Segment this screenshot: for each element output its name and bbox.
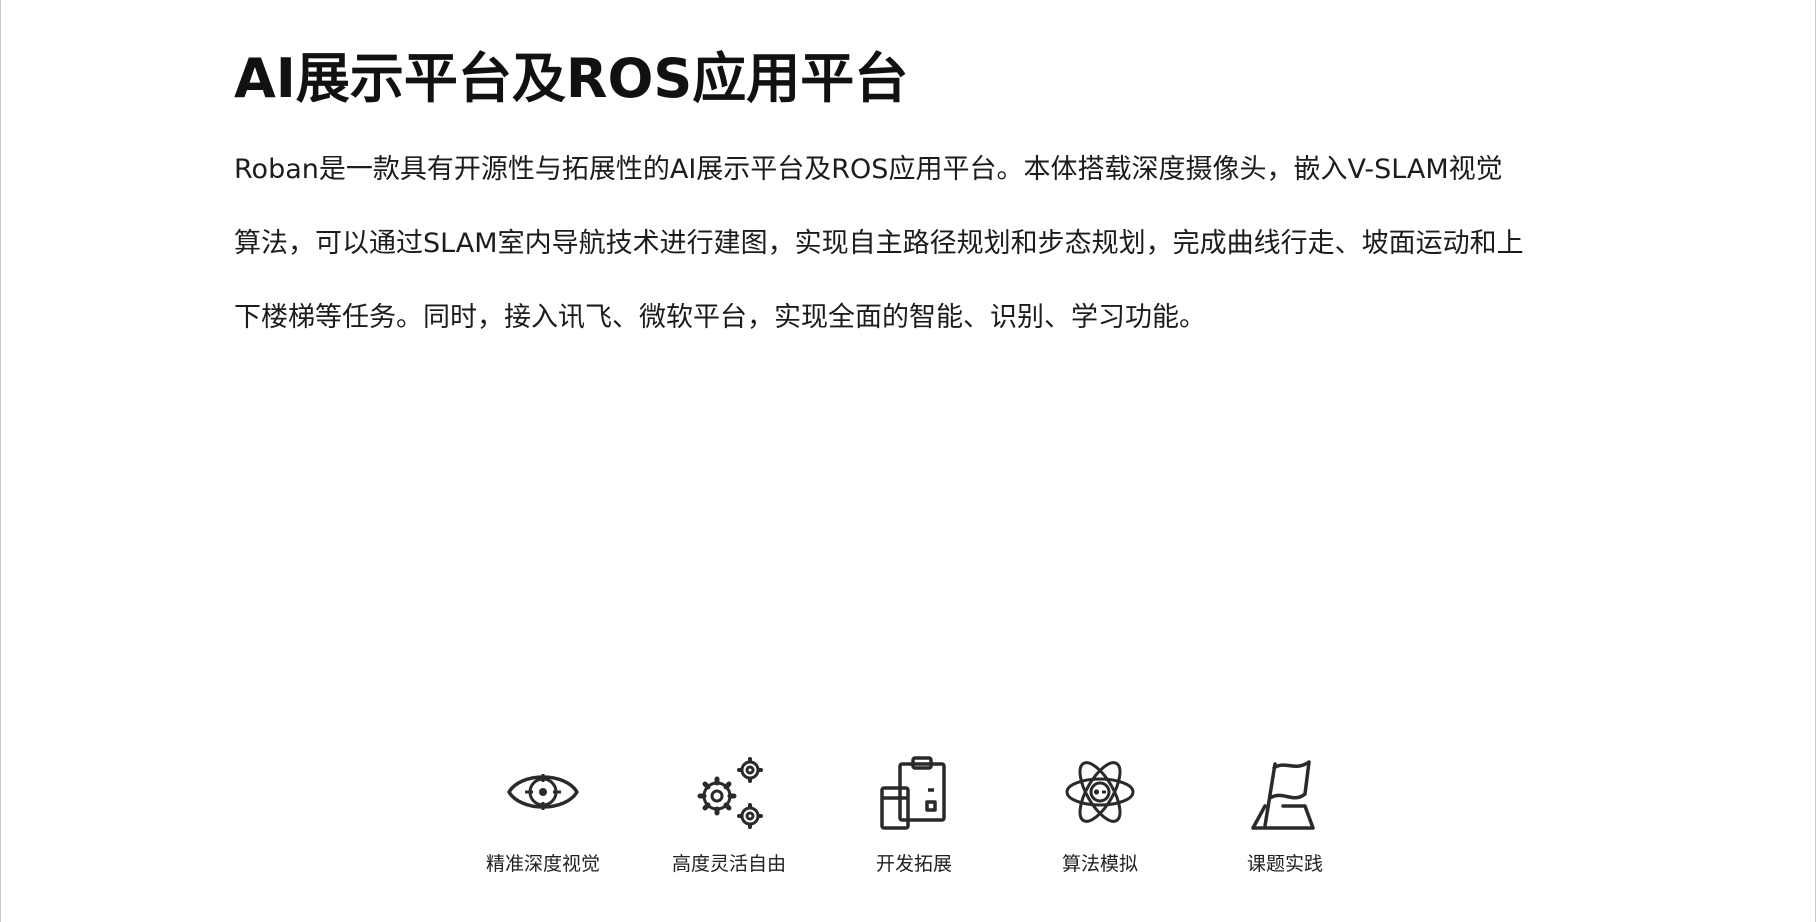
- feature-label: 开发拓展: [875, 853, 952, 875]
- feature-item-algorithm: 算法模拟: [1025, 750, 1175, 890]
- page-title: AI展示平台及ROS应用平台: [234, 47, 909, 110]
- flag-icon: [1243, 750, 1327, 834]
- feature-label: 精准深度视觉: [485, 853, 600, 875]
- eye-target-icon: [501, 750, 585, 834]
- atom-icon: [1058, 750, 1142, 834]
- feature-item-practice: 课题实践: [1210, 750, 1360, 890]
- feature-label: 算法模拟: [1061, 853, 1138, 875]
- feature-label: 高度灵活自由: [671, 853, 786, 875]
- page-left-border: [0, 0, 1, 922]
- intro-line: Roban是一款具有开源性与拓展性的AI展示平台及ROS应用平台。本体搭载深度摄…: [234, 154, 1503, 185]
- intro-line: 算法，可以通过SLAM室内导航技术进行建图，实现自主路径规划和步态规划，完成曲线…: [234, 228, 1524, 259]
- clipboard-devices-icon: [872, 750, 956, 834]
- feature-label: 课题实践: [1246, 853, 1323, 875]
- intro-paragraph: Roban是一款具有开源性与拓展性的AI展示平台及ROS应用平台。本体搭载深度摄…: [234, 133, 1634, 355]
- feature-list: 精准深度视觉 高度灵活自由 开发拓展 算法模拟 课题实践: [468, 750, 1403, 890]
- gears-icon: [687, 750, 771, 834]
- feature-item-depth-vision: 精准深度视觉: [468, 750, 618, 890]
- feature-item-flexibility: 高度灵活自由: [654, 750, 804, 890]
- intro-line: 下楼梯等任务。同时，接入讯飞、微软平台，实现全面的智能、识别、学习功能。: [234, 302, 1206, 333]
- feature-item-development: 开发拓展: [839, 750, 989, 890]
